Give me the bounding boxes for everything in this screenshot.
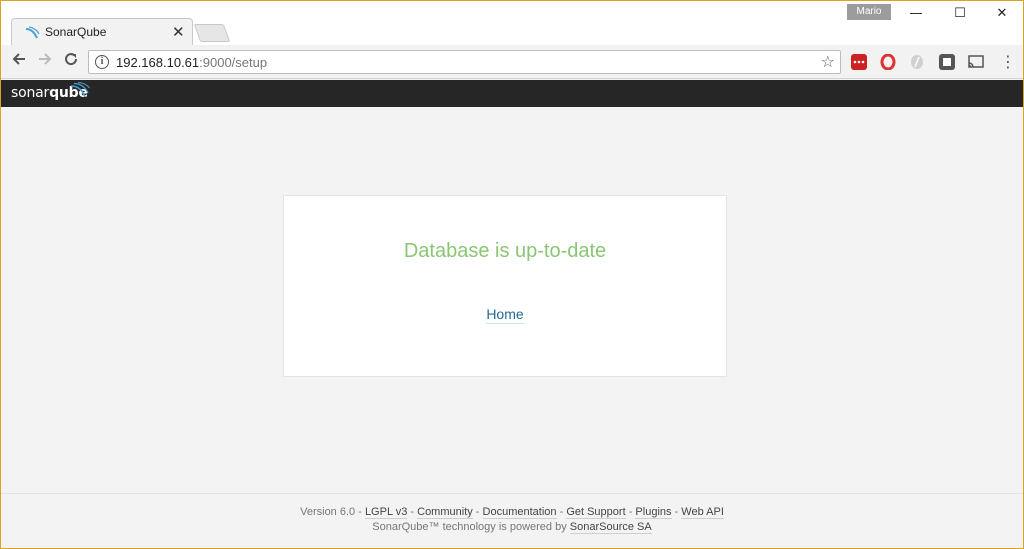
url-path: :9000/setup [199,55,268,70]
footer-powered-text: SonarQube™ technology is powered by [372,521,570,533]
extension-opera-icon[interactable] [880,53,896,71]
close-window-icon[interactable]: ✕ [987,4,1017,24]
footer-separator: - [556,506,567,518]
sonarqube-navbar: sonarqube [1,80,1023,107]
footer-separator: - [671,506,682,518]
back-button[interactable] [8,51,30,73]
sonarqube-logo-icon [70,82,90,98]
footer-link-plugins[interactable]: Plugins [635,506,672,519]
arrow-left-icon [12,53,25,65]
tab-title: SonarQube [45,25,107,39]
tab-sonarqube[interactable]: SonarQube ✕ [11,18,193,46]
url-text: 192.168.10.61:9000/setup [116,55,267,70]
extension-lastpass-icon[interactable] [851,54,867,70]
reload-button[interactable] [60,51,82,73]
square-icon [943,58,951,66]
footer-separator: - [407,506,418,518]
logo-text-sonar: sonar [11,85,50,101]
home-link[interactable]: Home [486,306,524,324]
tab-close-icon[interactable]: ✕ [172,22,185,42]
page-content: Database is up-to-date Home Version 6.0 … [1,107,1023,548]
tab-strip: SonarQube ✕ Mario — ☐ ✕ [1,1,1023,46]
browser-toolbar: i 192.168.10.61:9000/setup ☆ ⋮ [1,45,1023,79]
footer-separator: - [625,506,636,518]
extension-pocket-icon[interactable] [939,54,955,70]
new-tab-button[interactable] [193,24,231,42]
menu-dots-icon[interactable]: ⋮ [1000,51,1016,73]
opera-icon [880,53,896,71]
cast-icon[interactable] [967,54,984,70]
status-card: Database is up-to-date Home [283,195,727,377]
footer-links-line: Version 6.0 - LGPL v3 - Community - Docu… [1,506,1023,519]
extension-gray-icon[interactable] [909,54,925,70]
reload-icon [65,53,78,66]
leaf-icon [911,55,923,69]
info-icon[interactable]: i [95,55,109,69]
maximize-icon[interactable]: ☐ [945,4,975,24]
url-host: 192.168.10.61 [116,55,200,70]
cast-icon-svg [968,55,984,68]
footer-link-community[interactable]: Community [417,506,473,519]
footer-link-documentation[interactable]: Documentation [482,506,557,519]
footer-link-license[interactable]: LGPL v3 [364,506,408,519]
footer-version: Version 6.0 [300,506,356,518]
arrow-right-icon [39,53,52,65]
footer-link-sonarsource[interactable]: SonarSource SA [569,521,652,534]
footer: Version 6.0 - LGPL v3 - Community - Docu… [1,493,1023,548]
address-bar[interactable]: i 192.168.10.61:9000/setup ☆ [88,50,841,74]
profile-button[interactable]: Mario [847,4,891,20]
dots-icon [853,60,865,64]
footer-powered-line: SonarQube™ technology is powered by Sona… [1,521,1023,534]
forward-button[interactable] [34,51,56,73]
footer-separator: - [355,506,365,518]
home-link-container: Home [284,306,726,324]
star-icon[interactable]: ☆ [821,52,835,71]
browser-window: SonarQube ✕ Mario — ☐ ✕ i 192.168.10.61:… [0,0,1024,549]
minimize-icon[interactable]: — [901,4,931,24]
sonarqube-favicon-icon [25,26,40,39]
footer-separator: - [472,506,483,518]
footer-link-web-api[interactable]: Web API [681,506,724,519]
footer-link-get-support[interactable]: Get Support [566,506,626,519]
status-title: Database is up-to-date [403,240,607,262]
